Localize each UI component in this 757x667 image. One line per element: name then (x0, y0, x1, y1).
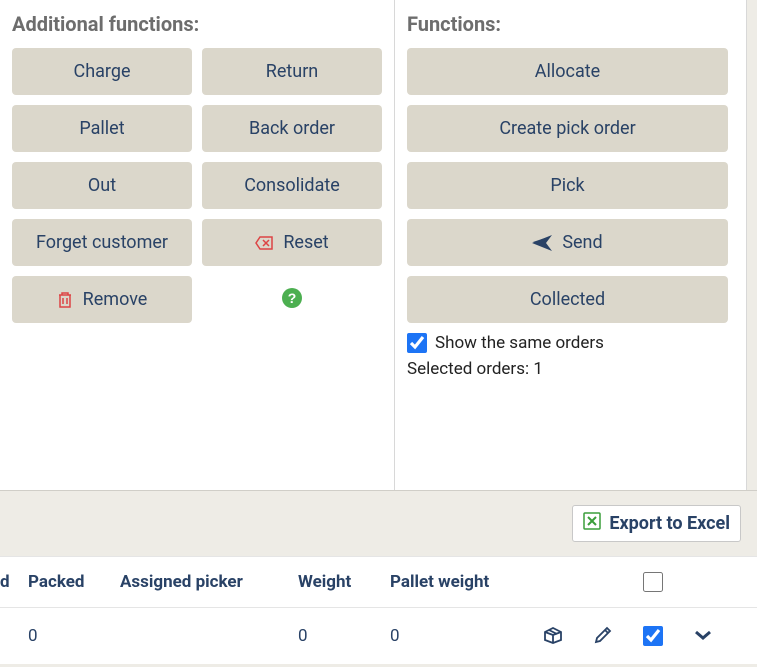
selected-orders-count: 1 (533, 359, 543, 379)
package-icon (542, 626, 564, 647)
right-edge (747, 0, 757, 490)
remove-button[interactable]: Remove (12, 276, 192, 323)
td-pallet-weight: 0 (382, 626, 528, 646)
expand-row-button[interactable] (690, 625, 716, 648)
return-button[interactable]: Return (202, 48, 382, 95)
pick-button[interactable]: Pick (407, 162, 728, 209)
help-button[interactable]: ? (273, 281, 311, 319)
th-pallet-weight: Pallet weight (382, 572, 528, 592)
td-packed: 0 (20, 626, 112, 646)
consolidate-button[interactable]: Consolidate (202, 162, 382, 209)
back-order-button[interactable]: Back order (202, 105, 382, 152)
row-checkbox[interactable] (643, 626, 663, 646)
excel-icon (583, 512, 601, 535)
reset-icon (255, 236, 273, 250)
help-icon: ? (281, 287, 303, 312)
out-button[interactable]: Out (12, 162, 192, 209)
th-assigned-picker: Assigned picker (112, 572, 290, 592)
chevron-down-icon (694, 629, 712, 644)
show-same-orders-label: Show the same orders (435, 333, 604, 353)
collected-button[interactable]: Collected (407, 276, 728, 323)
trash-icon (57, 291, 73, 309)
additional-functions-title: Additional functions: (12, 12, 382, 36)
th-weight: Weight (290, 572, 382, 592)
td-weight: 0 (290, 626, 382, 646)
pencil-icon (594, 626, 612, 647)
send-label: Send (562, 232, 602, 253)
reset-button[interactable]: Reset (202, 219, 382, 266)
create-pick-order-button[interactable]: Create pick order (407, 105, 728, 152)
show-same-orders-row[interactable]: Show the same orders (407, 333, 728, 353)
forget-customer-button[interactable]: Forget customer (12, 219, 192, 266)
export-to-excel-button[interactable]: Export to Excel (572, 505, 741, 542)
table-header: d Packed Assigned picker Weight Pallet w… (0, 556, 757, 608)
th-packed: Packed (20, 572, 112, 592)
additional-functions-panel: Additional functions: Charge Return Pall… (0, 0, 395, 490)
th-d: d (0, 572, 20, 592)
export-label: Export to Excel (609, 513, 730, 534)
charge-button[interactable]: Charge (12, 48, 192, 95)
allocate-button[interactable]: Allocate (407, 48, 728, 95)
remove-label: Remove (83, 289, 148, 310)
send-button[interactable]: Send (407, 219, 728, 266)
pallet-button[interactable]: Pallet (12, 105, 192, 152)
package-button[interactable] (538, 622, 568, 651)
svg-text:?: ? (288, 290, 297, 306)
table-row: 0 0 0 (0, 608, 757, 664)
show-same-orders-checkbox[interactable] (407, 333, 427, 353)
selected-orders-label: Selected orders: (407, 359, 533, 379)
functions-panel: Functions: Allocate Create pick order Pi… (395, 0, 747, 490)
selected-orders-text: Selected orders: 1 (407, 359, 728, 379)
edit-button[interactable] (590, 622, 616, 651)
orders-table: d Packed Assigned picker Weight Pallet w… (0, 556, 757, 664)
select-all-checkbox[interactable] (643, 572, 663, 592)
send-icon (532, 235, 552, 251)
bottom-section: Export to Excel d Packed Assigned picker… (0, 490, 757, 667)
reset-label: Reset (283, 232, 328, 253)
functions-title: Functions: (407, 12, 728, 36)
